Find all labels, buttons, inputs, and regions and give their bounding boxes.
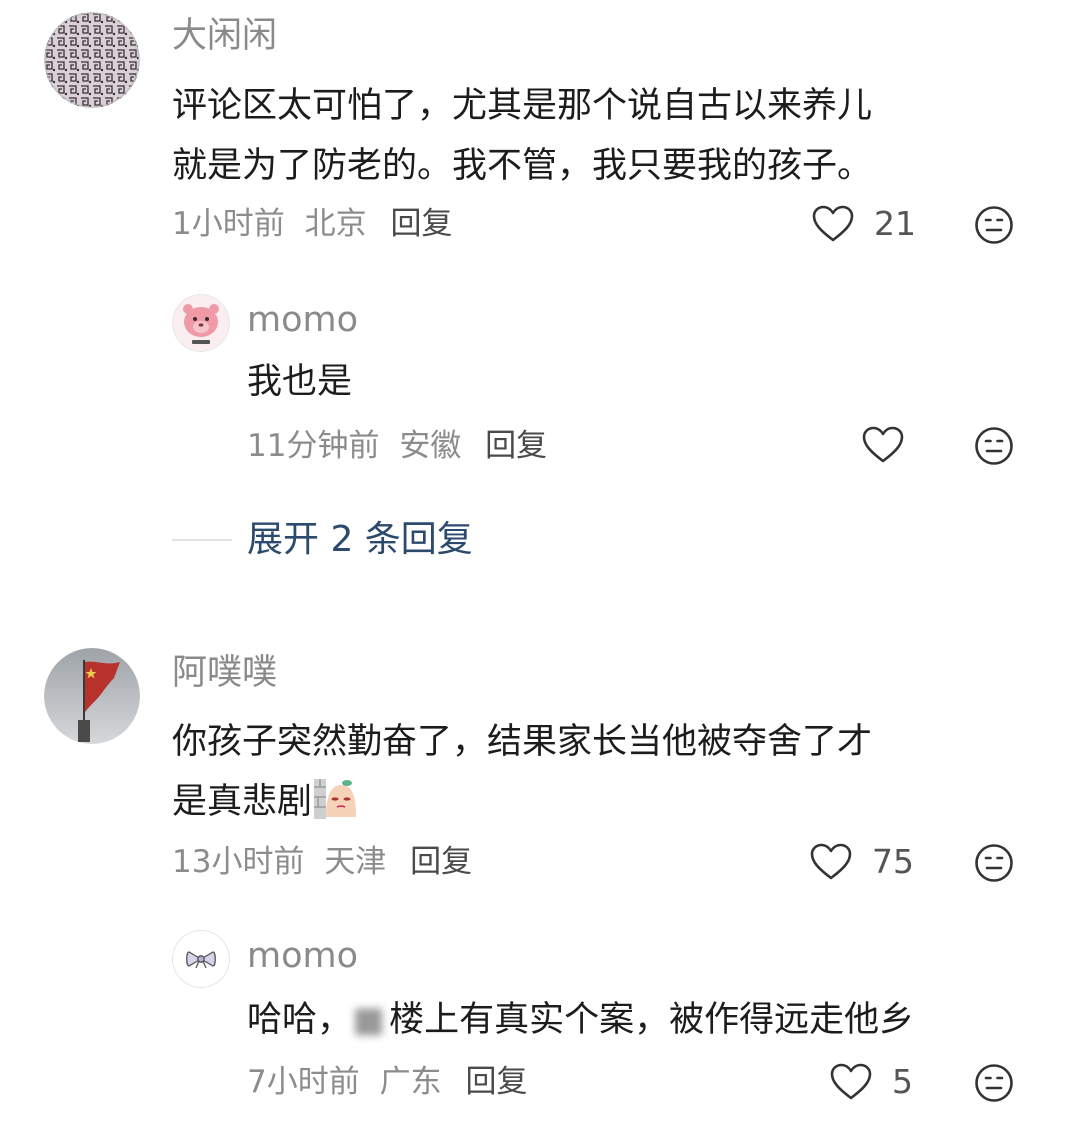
reply-button[interactable]: 回复 (485, 428, 547, 464)
heart-outline-icon (862, 426, 904, 463)
blurred-text: ■ (352, 1000, 386, 1040)
reply-button[interactable]: 回复 (390, 206, 452, 242)
comment-text: 评论区太可怕了，尤其是那个说自古以来养儿 就是为了防老的。我不管，我只要我的孩子… (172, 76, 872, 196)
avatar[interactable] (44, 648, 140, 744)
like-count: 5 (892, 1062, 913, 1101)
like-count: 21 (874, 204, 916, 243)
comment-text-line: 就是为了防老的。我不管，我只要我的孩子。 (172, 146, 873, 186)
like-button[interactable] (862, 426, 904, 464)
comment-text-line: 评论区太可怕了，尤其是那个说自古以来养儿 (172, 86, 873, 126)
comment-text-line: 是真悲剧 (172, 772, 872, 832)
avatar[interactable] (44, 12, 140, 108)
emoji-reaction-button[interactable] (974, 205, 1014, 245)
avatar[interactable] (172, 930, 230, 988)
emoji-reaction-button[interactable] (974, 1063, 1014, 1103)
expand-replies-button[interactable]: 展开 2 条回复 (247, 518, 473, 562)
heart-outline-icon (812, 205, 854, 242)
like-button[interactable]: 21 (812, 204, 916, 244)
like-button[interactable]: 5 (830, 1062, 913, 1102)
heart-outline-icon (830, 1063, 872, 1100)
reply-text-segment: 楼上有真实个案，被作得远走他乡 (389, 1000, 915, 1040)
reply-username[interactable]: momo (247, 936, 358, 976)
neutral-face-icon (975, 206, 1013, 244)
comment-time: 1小时前 (172, 206, 285, 242)
reply-text-segment: 哈哈， (247, 1000, 353, 1040)
expand-divider (172, 539, 232, 541)
reply-button[interactable]: 回复 (465, 1064, 527, 1100)
reply-text: 我也是 (247, 362, 353, 402)
comment-username[interactable]: 阿噗噗 (172, 653, 277, 693)
comment-location: 天津 (324, 844, 387, 880)
reply-button[interactable]: 回复 (410, 844, 472, 880)
reply-meta: 11分钟前 安徽 回复 (247, 426, 547, 466)
avatar[interactable] (172, 294, 230, 352)
like-button[interactable]: 75 (810, 842, 914, 882)
comment-text-segment: 是真悲剧 (172, 782, 313, 822)
like-count: 75 (872, 842, 914, 881)
reply-location: 广东 (379, 1064, 442, 1100)
reply-text: 哈哈，■ 楼上有真实个案，被作得远走他乡 (247, 990, 914, 1050)
peeking-sticker-icon (314, 775, 358, 821)
comment-meta: 13小时前 天津 回复 (172, 842, 472, 882)
neutral-face-icon (975, 1064, 1013, 1102)
comment-text: 你孩子突然勤奋了，结果家长当他被夺舍了才 是真悲剧 (172, 712, 872, 832)
neutral-face-icon (975, 844, 1013, 882)
reply-location: 安徽 (399, 428, 462, 464)
reply-meta: 7小时前 广东 回复 (247, 1062, 527, 1102)
comment-location: 北京 (304, 206, 367, 242)
comment-username[interactable]: 大闲闲 (172, 16, 277, 56)
reply-time: 11分钟前 (247, 428, 380, 464)
emoji-reaction-button[interactable] (974, 426, 1014, 466)
reply-username[interactable]: momo (247, 300, 358, 340)
comment-meta: 1小时前 北京 回复 (172, 204, 452, 244)
comment-time: 13小时前 (172, 844, 305, 880)
heart-outline-icon (810, 843, 852, 880)
emoji-reaction-button[interactable] (974, 843, 1014, 883)
neutral-face-icon (975, 427, 1013, 465)
reply-time: 7小时前 (247, 1064, 360, 1100)
comment-text-line: 你孩子突然勤奋了，结果家长当他被夺舍了才 (172, 722, 873, 762)
